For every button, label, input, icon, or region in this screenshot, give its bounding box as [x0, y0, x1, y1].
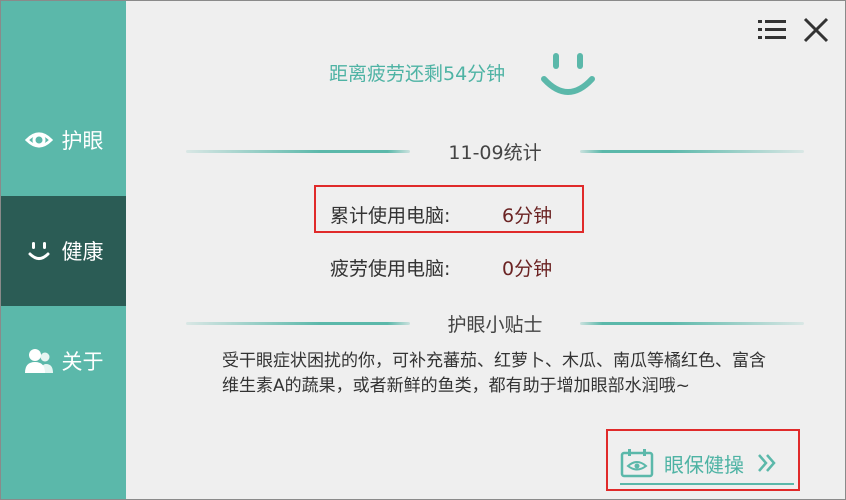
eye-exercise-button[interactable]: 眼保健操 — [620, 443, 794, 485]
fatigue-countdown: 距离疲劳还剩54分钟 — [329, 63, 506, 85]
sidebar-item-label: 健康 — [61, 240, 104, 264]
smile-icon — [24, 236, 54, 266]
stats-section-header: 11-09统计 — [186, 141, 804, 164]
sidebar: 护眼 健康 关于 — [1, 1, 126, 499]
eye-calendar-icon — [620, 448, 654, 478]
smiley-icon — [540, 49, 596, 101]
fatigue-usage-stat: 疲劳使用电脑: 0分钟 — [330, 254, 552, 281]
close-icon[interactable] — [801, 17, 831, 43]
total-usage-label: 累计使用电脑: — [330, 205, 451, 227]
main-panel: 距离疲劳还剩54分钟 11-09统计 累计使用电脑: 6分钟 疲劳使用电脑: 0… — [126, 1, 845, 499]
divider-line — [580, 322, 804, 325]
tips-section-header: 护眼小贴士 — [186, 313, 804, 336]
sidebar-item-label: 关于 — [61, 350, 104, 374]
sidebar-item-label: 护眼 — [61, 129, 104, 153]
divider-line — [580, 150, 804, 153]
sidebar-item-about[interactable]: 关于 — [1, 306, 126, 416]
sidebar-item-eye-protection[interactable]: 护眼 — [1, 85, 126, 195]
users-icon — [24, 346, 54, 376]
total-usage-value: 6分钟 — [502, 205, 553, 227]
eye-target-icon — [24, 125, 54, 155]
app-window: 护眼 健康 关于 距离疲劳还剩54分钟 11-09统计 累计使用电脑: 6分钟 … — [0, 0, 846, 500]
sidebar-item-health[interactable]: 健康 — [1, 196, 126, 306]
fatigue-usage-value: 0分钟 — [502, 258, 553, 280]
total-usage-stat: 累计使用电脑: 6分钟 — [330, 201, 552, 228]
menu-icon[interactable] — [757, 17, 787, 43]
tips-text: 受干眼症状困扰的你，可补充蕃茄、红萝卜、木瓜、南瓜等橘红色、富含维生素A的蔬果，… — [222, 351, 766, 396]
double-chevron-right-icon — [756, 452, 778, 474]
window-controls — [743, 17, 831, 43]
eye-exercise-label: 眼保健操 — [664, 452, 744, 477]
fatigue-usage-label: 疲劳使用电脑: — [330, 258, 451, 280]
